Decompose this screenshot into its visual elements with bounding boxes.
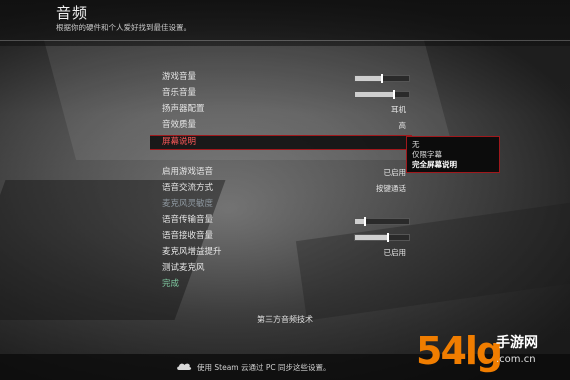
setting-value: 耳机 bbox=[391, 105, 406, 114]
setting-label: 启用游戏语音 bbox=[162, 167, 214, 177]
subtitles-dropdown[interactable]: 无 仅限字幕 完全屏幕说明 bbox=[406, 136, 500, 173]
setting-value: 已启用 bbox=[383, 168, 407, 177]
setting-mic-sensitivity: 麦克风灵敏度 bbox=[162, 199, 410, 210]
cloud-icon bbox=[177, 363, 192, 370]
done-label: 完成 bbox=[162, 279, 180, 289]
slider-knob[interactable] bbox=[392, 90, 395, 99]
setting-value: 按键通话 bbox=[376, 184, 406, 193]
setting-value: 已启用 bbox=[383, 248, 407, 257]
third-party-audio-credit: 第三方音频技术 bbox=[0, 314, 570, 325]
slider-fill bbox=[355, 76, 382, 81]
setting-subtitles[interactable]: 屏幕说明 bbox=[150, 135, 412, 150]
setting-label: 屏幕说明 bbox=[162, 137, 197, 147]
voice-transmit-slider[interactable] bbox=[354, 217, 410, 226]
slider-fill bbox=[355, 92, 394, 97]
setting-game-volume[interactable]: 游戏音量 bbox=[162, 72, 410, 83]
header-divider bbox=[0, 40, 570, 41]
page-title: 音频 bbox=[56, 4, 89, 22]
done-button[interactable]: 完成 bbox=[162, 279, 410, 290]
setting-label: 麦克风灵敏度 bbox=[162, 199, 214, 209]
setting-label: 语音传输音量 bbox=[162, 215, 214, 225]
setting-label: 测试麦克风 bbox=[162, 263, 205, 273]
header-bar: 音频 根据你的硬件和个人爱好找到最佳设置。 bbox=[0, 0, 570, 46]
voice-receive-slider[interactable] bbox=[354, 233, 410, 242]
slider-knob[interactable] bbox=[381, 74, 383, 83]
setting-enable-voice[interactable]: 启用游戏语音 已启用 bbox=[162, 167, 410, 178]
setting-label: 麦克风增益提升 bbox=[162, 247, 222, 257]
setting-speaker-config[interactable]: 扬声器配置 耳机 bbox=[162, 104, 410, 115]
page-subtitle: 根据你的硬件和个人爱好找到最佳设置。 bbox=[56, 23, 191, 32]
steam-cloud-note: 使用 Steam 云通过 PC 同步这些设置。 bbox=[197, 363, 331, 372]
setting-label: 语音交流方式 bbox=[162, 183, 214, 193]
game-volume-slider[interactable] bbox=[354, 74, 410, 83]
setting-label: 音效质量 bbox=[162, 120, 197, 130]
site-watermark: 54lg 手游网 .com.cn bbox=[416, 328, 566, 376]
setting-voice-receive-volume[interactable]: 语音接收音量 bbox=[162, 231, 410, 242]
dropdown-option-full-captions[interactable]: 完全屏幕说明 bbox=[412, 159, 457, 170]
music-volume-slider[interactable] bbox=[354, 90, 410, 99]
slider-knob[interactable] bbox=[363, 217, 366, 226]
watermark-site: 手游网 bbox=[496, 335, 538, 351]
setting-label: 音乐音量 bbox=[162, 88, 197, 98]
slider-knob[interactable] bbox=[387, 233, 390, 242]
setting-label: 扬声器配置 bbox=[162, 104, 205, 114]
setting-value: 高 bbox=[398, 121, 407, 130]
setting-voice-transmit-volume[interactable]: 语音传输音量 bbox=[162, 215, 410, 226]
slider-fill bbox=[355, 235, 389, 240]
third-party-label: 第三方音频技术 bbox=[257, 315, 313, 324]
setting-mic-boost[interactable]: 麦克风增益提升 已启用 bbox=[162, 247, 410, 258]
setting-label: 游戏音量 bbox=[162, 72, 197, 82]
watermark-url: .com.cn bbox=[496, 354, 536, 365]
setting-voice-method[interactable]: 语音交流方式 按键通话 bbox=[162, 183, 410, 194]
setting-sound-quality[interactable]: 音效质量 高 bbox=[162, 120, 410, 131]
setting-music-volume[interactable]: 音乐音量 bbox=[162, 88, 410, 99]
watermark-number: 54lg bbox=[416, 329, 503, 373]
setting-test-mic[interactable]: 测试麦克风 bbox=[162, 263, 410, 274]
setting-label: 语音接收音量 bbox=[162, 231, 214, 241]
